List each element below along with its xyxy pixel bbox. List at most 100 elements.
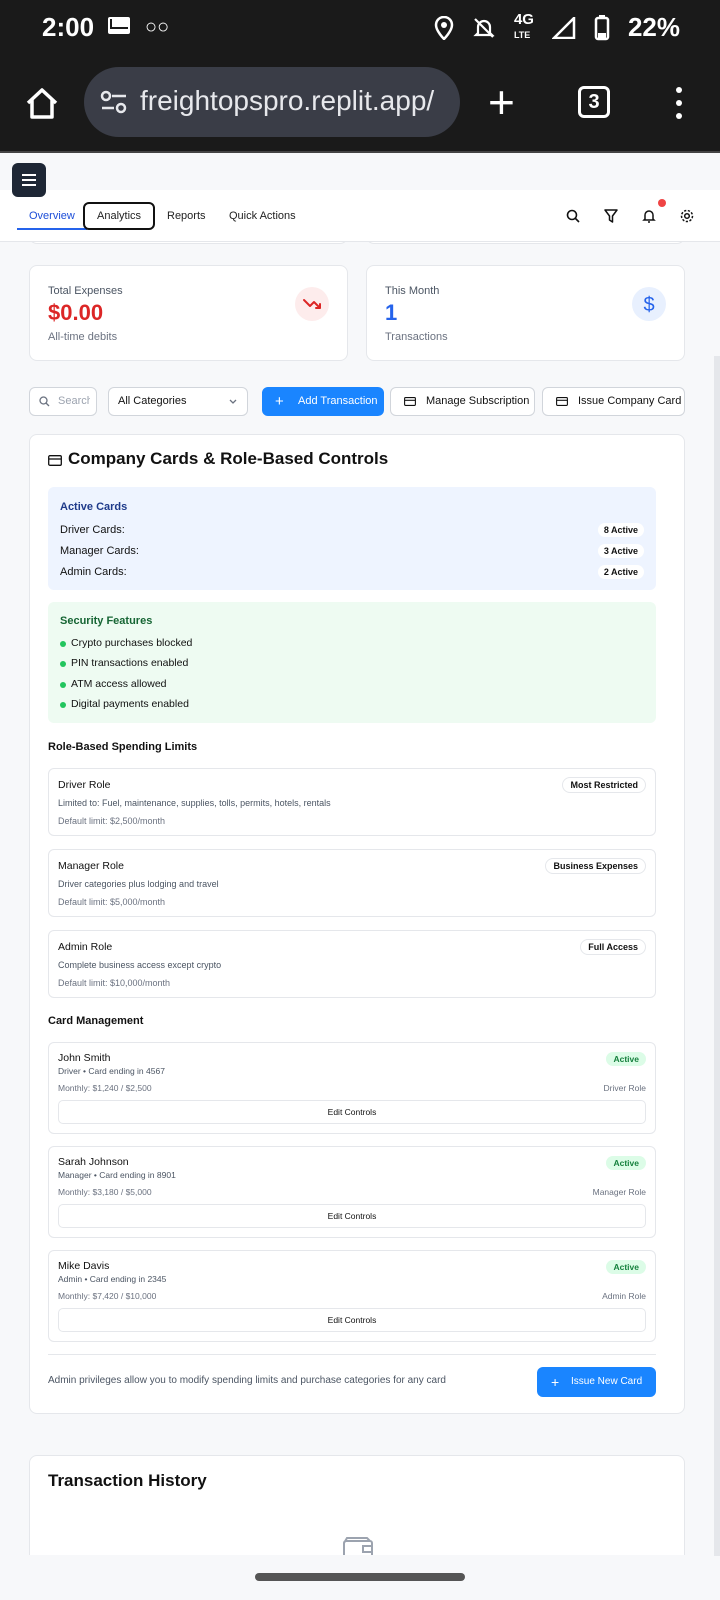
- monthly-spend: Monthly: $3,180 / $5,000: [58, 1187, 152, 1197]
- role-name: Admin Role: [58, 941, 113, 953]
- stat-card-partial: [29, 242, 348, 244]
- page-scrollbar[interactable]: [714, 356, 720, 1556]
- stat-sub: Transactions: [385, 331, 448, 343]
- search-placeholder: Search: [58, 395, 90, 407]
- bell-icon[interactable]: [641, 208, 657, 224]
- add-transaction-button[interactable]: + Add Transaction: [262, 387, 384, 416]
- role-card-driver: Driver Role Most Restricted Limited to: …: [48, 768, 656, 836]
- company-cards-title: Company Cards & Role-Based Controls: [68, 449, 389, 468]
- active-cards-heading: Active Cards: [60, 501, 128, 513]
- credit-card-icon: [556, 397, 568, 406]
- active-row-badge: 3 Active: [597, 544, 644, 558]
- edit-controls-button[interactable]: Edit Controls: [58, 1308, 646, 1332]
- status-badge: Active: [606, 1156, 646, 1170]
- stat-sub: All-time debits: [48, 331, 118, 343]
- active-row-badge: 2 Active: [597, 565, 644, 579]
- tab-switcher-button[interactable]: 3: [578, 86, 610, 118]
- card-entry: Sarah Johnson Active Manager • Card endi…: [48, 1146, 656, 1238]
- trending-down-icon: [295, 287, 329, 321]
- cardholder-name: Mike Davis: [58, 1260, 110, 1272]
- category-select-value: All Categories: [118, 395, 187, 407]
- search-icon[interactable]: [565, 208, 581, 224]
- manage-subscription-label: Manage Subscription: [426, 395, 530, 407]
- manage-subscription-button[interactable]: Manage Subscription: [390, 387, 535, 416]
- new-tab-icon[interactable]: +: [488, 79, 515, 125]
- active-row-label: Driver Cards:: [60, 524, 125, 536]
- search-icon: [39, 396, 50, 407]
- role-name: Manager Role: [58, 860, 124, 872]
- network-type: 4G LTE: [513, 11, 534, 40]
- gesture-nav-bar[interactable]: [255, 1573, 465, 1581]
- tab-overview[interactable]: Overview: [17, 202, 87, 230]
- filter-icon[interactable]: [603, 208, 619, 224]
- edit-controls-button[interactable]: Edit Controls: [58, 1100, 646, 1124]
- search-input[interactable]: Search: [29, 387, 97, 416]
- plus-icon: +: [551, 1374, 560, 1390]
- category-select[interactable]: All Categories: [108, 387, 248, 416]
- mute-bell-icon: [473, 17, 495, 38]
- stat-value: $0.00: [48, 300, 104, 325]
- security-item: Digital payments enabled: [60, 698, 189, 710]
- monthly-spend: Monthly: $7,420 / $10,000: [58, 1291, 157, 1301]
- status-time: 2:00: [42, 12, 95, 42]
- active-row-label: Admin Cards:: [60, 566, 127, 578]
- security-item: Crypto purchases blocked: [60, 637, 192, 649]
- stat-label: Total Expenses: [48, 285, 123, 297]
- stat-label: This Month: [385, 285, 440, 297]
- card-details: Driver • Card ending in 4567: [58, 1066, 165, 1076]
- credit-card-icon: [404, 397, 416, 406]
- chevron-down-icon: [229, 399, 237, 404]
- total-expenses-card: Total Expenses $0.00 All-time debits: [29, 265, 348, 361]
- transaction-history-panel: Transaction History: [29, 1455, 685, 1555]
- gear-icon[interactable]: [679, 208, 695, 224]
- card-entry: Mike Davis Active Admin • Card ending in…: [48, 1250, 656, 1342]
- issue-new-card-label: Issue New Card: [571, 1376, 643, 1387]
- wallet-icon: [343, 1537, 373, 1555]
- status-icons: 4G LTE 22%: [434, 0, 720, 55]
- url-text: freightopspro.replit.app/: [140, 85, 435, 116]
- browser-menu-icon[interactable]: [676, 87, 682, 121]
- battery-percent: 22%: [627, 12, 680, 42]
- tab-analytics[interactable]: Analytics: [83, 202, 156, 230]
- site-settings-icon[interactable]: [100, 89, 128, 115]
- sidebar-menu-button[interactable]: [12, 163, 46, 197]
- role-badge: Business Expenses: [545, 858, 646, 874]
- status-badge: Active: [606, 1260, 646, 1274]
- role-description: Complete business access except crypto: [58, 960, 222, 970]
- location-icon: [434, 15, 454, 40]
- security-heading: Security Features: [60, 615, 153, 627]
- signal-icon: [551, 16, 576, 39]
- role-card-manager: Manager Role Business Expenses Driver ca…: [48, 849, 656, 917]
- role-badge: Full Access: [580, 939, 646, 955]
- role-limit: Default limit: $2,500/month: [58, 816, 166, 826]
- cardholder-name: John Smith: [58, 1052, 111, 1064]
- add-transaction-label: Add Transaction: [298, 395, 378, 407]
- edit-controls-button[interactable]: Edit Controls: [58, 1204, 646, 1228]
- issue-company-card-button[interactable]: Issue Company Card: [542, 387, 685, 416]
- role-description: Driver categories plus lodging and trave…: [58, 879, 219, 889]
- role-name: Driver Role: [58, 779, 111, 791]
- cardholder-name: Sarah Johnson: [58, 1156, 129, 1168]
- mail-icon: [108, 17, 130, 34]
- tab-quick-actions[interactable]: Quick Actions: [217, 202, 308, 230]
- stat-value: 1: [385, 300, 398, 325]
- role-description: Limited to: Fuel, maintenance, supplies,…: [58, 798, 331, 808]
- card-details: Manager • Card ending in 8901: [58, 1170, 176, 1180]
- card-role: Manager Role: [592, 1187, 646, 1197]
- tab-reports[interactable]: Reports: [155, 202, 218, 230]
- url-bar[interactable]: freightopspro.replit.app/: [84, 67, 460, 137]
- active-row-badge: 8 Active: [597, 523, 644, 537]
- issue-company-card-label: Issue Company Card: [578, 395, 682, 407]
- svg-text:$: $: [643, 294, 654, 316]
- home-icon[interactable]: [24, 85, 60, 121]
- browser-toolbar: freightopspro.replit.app/ + 3: [0, 55, 720, 153]
- stat-card-partial: [366, 242, 685, 244]
- role-badge: Most Restricted: [562, 777, 646, 793]
- issue-new-card-button[interactable]: + Issue New Card: [537, 1367, 656, 1397]
- role-limit: Default limit: $5,000/month: [58, 897, 166, 907]
- role-card-admin: Admin Role Full Access Complete business…: [48, 930, 656, 998]
- card-entry: John Smith Active Driver • Card ending i…: [48, 1042, 656, 1134]
- main-content: Total Expenses $0.00 All-time debits Thi…: [0, 242, 714, 1555]
- active-row-label: Manager Cards:: [60, 545, 139, 557]
- company-cards-panel: Company Cards & Role-Based Controls Acti…: [29, 434, 685, 1414]
